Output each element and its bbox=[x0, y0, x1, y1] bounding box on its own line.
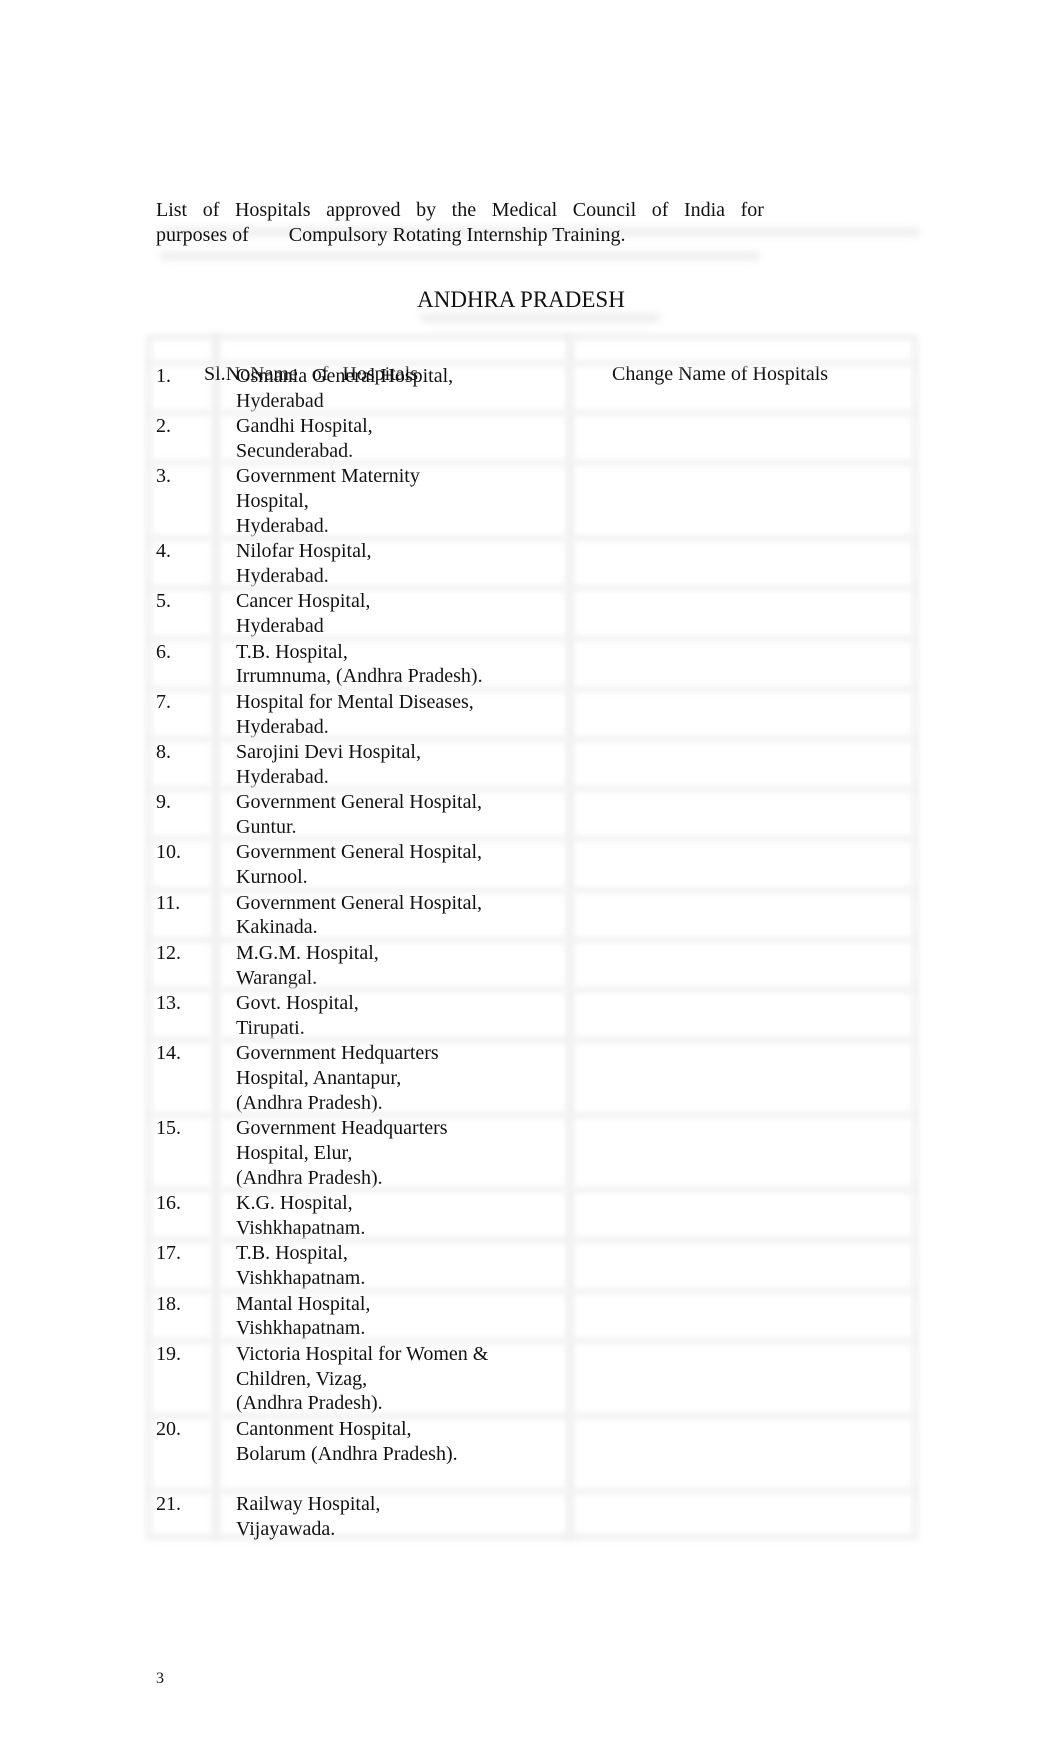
row-serial-number: 1. bbox=[156, 364, 171, 387]
hospital-name-line: Nilofar Hospital, bbox=[236, 540, 372, 563]
row-hospital-name: Government General Hospital, Kakinada. bbox=[236, 891, 482, 941]
intro-word: for bbox=[740, 199, 764, 221]
hospital-name-line: Victoria Hospital for Women & bbox=[236, 1342, 489, 1365]
page-number: 3 bbox=[156, 1670, 164, 1687]
row-hospital-name: Hospital for Mental Diseases, Hyderabad. bbox=[236, 690, 474, 740]
row-serial-number: 3. bbox=[156, 465, 171, 488]
hospital-name-line: T.B. Hospital, bbox=[236, 640, 348, 663]
row-serial-number: 19. bbox=[156, 1342, 181, 1365]
hospital-name-line: Sarojini Devi Hospital, bbox=[236, 740, 421, 763]
intro-word: List bbox=[156, 199, 188, 221]
hospital-name-line: Cantonment Hospital, bbox=[236, 1417, 412, 1440]
row-serial-number: 7. bbox=[156, 690, 171, 713]
row-hospital-name: M.G.M. Hospital, Warangal. bbox=[236, 941, 379, 991]
row-hospital-name: Govt. Hospital, Tirupati. bbox=[236, 991, 359, 1041]
row-hospital-name: Government Hedquarters Hospital, Anantapu… bbox=[236, 1041, 439, 1115]
hospital-name-line: T.B. Hospital, bbox=[236, 1242, 348, 1265]
hospital-name-line: Government General Hospital, bbox=[236, 891, 483, 914]
intro-word: Council bbox=[572, 199, 637, 221]
row-serial-number: 11. bbox=[156, 891, 181, 914]
row-serial-number: 20. bbox=[156, 1417, 181, 1440]
row-serial-number: 16. bbox=[156, 1192, 181, 1215]
header-change-name: Change Name of Hospitals bbox=[582, 337, 828, 411]
row-serial-number: 2. bbox=[156, 414, 171, 437]
row-hospital-name: Mantal Hospital, Vishkhapatnam. bbox=[236, 1292, 370, 1342]
hospital-name-line: Government Hedquarters bbox=[236, 1042, 439, 1065]
hospital-name-line: Hospital, Anantapur, bbox=[236, 1066, 402, 1089]
document-page: List of Hospitals approved by the Medical Counc… bbox=[0, 0, 1062, 1751]
row-hospital-name: Railway Hospital, Vijayawada. bbox=[236, 1492, 380, 1542]
row-hospital-name: Sarojini Devi Hospital, Hyderabad. bbox=[236, 740, 421, 790]
intro-word: of bbox=[202, 199, 220, 221]
header-change-name-label: Change Name of Hospitals bbox=[612, 362, 829, 385]
row-serial-number: 17. bbox=[156, 1242, 181, 1265]
row-hospital-name: Government General Hospital, Guntur. bbox=[236, 790, 482, 840]
hospital-name-line: Bolarum (Andhra Pradesh). bbox=[236, 1442, 458, 1465]
row-serial-number: 12. bbox=[156, 941, 181, 964]
row-hospital-name: Cantonment Hospital, Bolarum (Andhra Prad… bbox=[236, 1417, 458, 1491]
row-serial-number: 10. bbox=[156, 841, 181, 864]
hospital-name-line: Mantal Hospital, bbox=[236, 1292, 371, 1315]
hospital-name-line: Hospital, Elur, bbox=[236, 1141, 353, 1164]
intro-word: of bbox=[651, 199, 669, 221]
row-serial-number: 6. bbox=[156, 640, 171, 663]
row-serial-number: 15. bbox=[156, 1117, 181, 1140]
row-hospital-name: Government Maternity Hospital, Hyderabad. bbox=[236, 464, 420, 538]
row-serial-number: 21. bbox=[156, 1492, 181, 1515]
row-hospital-name: Government General Hospital, Kurnool. bbox=[236, 840, 482, 890]
hospital-name-line: Children, Vizag, bbox=[236, 1367, 368, 1390]
row-hospital-name: Victoria Hospital for Women & Children, V… bbox=[236, 1342, 488, 1416]
hospital-name-line: Cancer Hospital, bbox=[236, 590, 371, 613]
hospital-name-line: Government Maternity bbox=[236, 465, 420, 488]
hospital-name-line: Government General Hospital, bbox=[236, 791, 483, 814]
intro-paragraph: List of Hospitals approved by the Medical Counc… bbox=[156, 198, 764, 248]
row-hospital-name: K.G. Hospital, Vishkhapatnam. bbox=[236, 1191, 365, 1241]
hospital-name-line: Hospital for Mental Diseases, bbox=[236, 690, 474, 713]
row-serial-number: 14. bbox=[156, 1042, 181, 1065]
row-hospital-name: T.B. Hospital, Vishkhapatnam. bbox=[236, 1241, 365, 1291]
intro-word: Hospitals bbox=[234, 199, 311, 221]
row-serial-number: 18. bbox=[156, 1292, 181, 1315]
row-serial-number: 4. bbox=[156, 540, 171, 563]
hospital-name-line: Hospital, bbox=[236, 489, 309, 512]
row-hospital-name: T.B. Hospital, Irrumnuma, (Andhra Pradesh… bbox=[236, 640, 483, 690]
hospitals-table: Sl.No Name of Hospitals Change Name of H… bbox=[146, 334, 918, 1540]
hospital-name-line: Government General Hospital, bbox=[236, 841, 483, 864]
intro-word: approved bbox=[326, 199, 401, 221]
row-hospital-name: Cancer Hospital, Hyderabad bbox=[236, 589, 370, 639]
hospital-name-line: Govt. Hospital, bbox=[236, 991, 359, 1014]
intro-word: the bbox=[451, 199, 477, 221]
row-serial-number: 5. bbox=[156, 590, 171, 613]
hospital-name-line: Gandhi Hospital, bbox=[236, 414, 373, 437]
row-hospital-name: Nilofar Hospital, Hyderabad. bbox=[236, 539, 372, 589]
hospital-name-line: Government Headquarters bbox=[236, 1117, 448, 1140]
row-hospital-name: Osmania General Hospital, Hyderabad bbox=[236, 364, 453, 414]
state-heading: ANDHRA PRADESH bbox=[417, 287, 625, 312]
intro-word: Medical bbox=[491, 199, 558, 221]
row-hospital-name: Gandhi Hospital, Secunderabad. bbox=[236, 414, 373, 464]
hospital-name-line: K.G. Hospital, bbox=[236, 1192, 353, 1215]
intro-word: India bbox=[683, 199, 726, 221]
row-serial-number: 9. bbox=[156, 791, 171, 814]
intro-word: by bbox=[416, 199, 437, 221]
hospital-name-line: M.G.M. Hospital, bbox=[236, 941, 379, 964]
scan-shadow bbox=[420, 314, 660, 322]
hospital-name-line: Railway Hospital, bbox=[236, 1492, 381, 1515]
intro-line-2: purposes of Compulsory Rotating Internsh… bbox=[156, 224, 626, 246]
hospital-name-line: Vijayawada. bbox=[236, 1517, 336, 1540]
intro-line-1: List of Hospitals approved by the Medical Counc… bbox=[156, 198, 764, 223]
scan-shadow bbox=[160, 252, 760, 260]
row-hospital-name: Government Headquarters Hospital, Elur, (A… bbox=[236, 1116, 448, 1190]
row-serial-number: 13. bbox=[156, 991, 181, 1014]
row-serial-number: 8. bbox=[156, 740, 171, 763]
hospital-name-line: Osmania General Hospital, bbox=[236, 364, 454, 387]
